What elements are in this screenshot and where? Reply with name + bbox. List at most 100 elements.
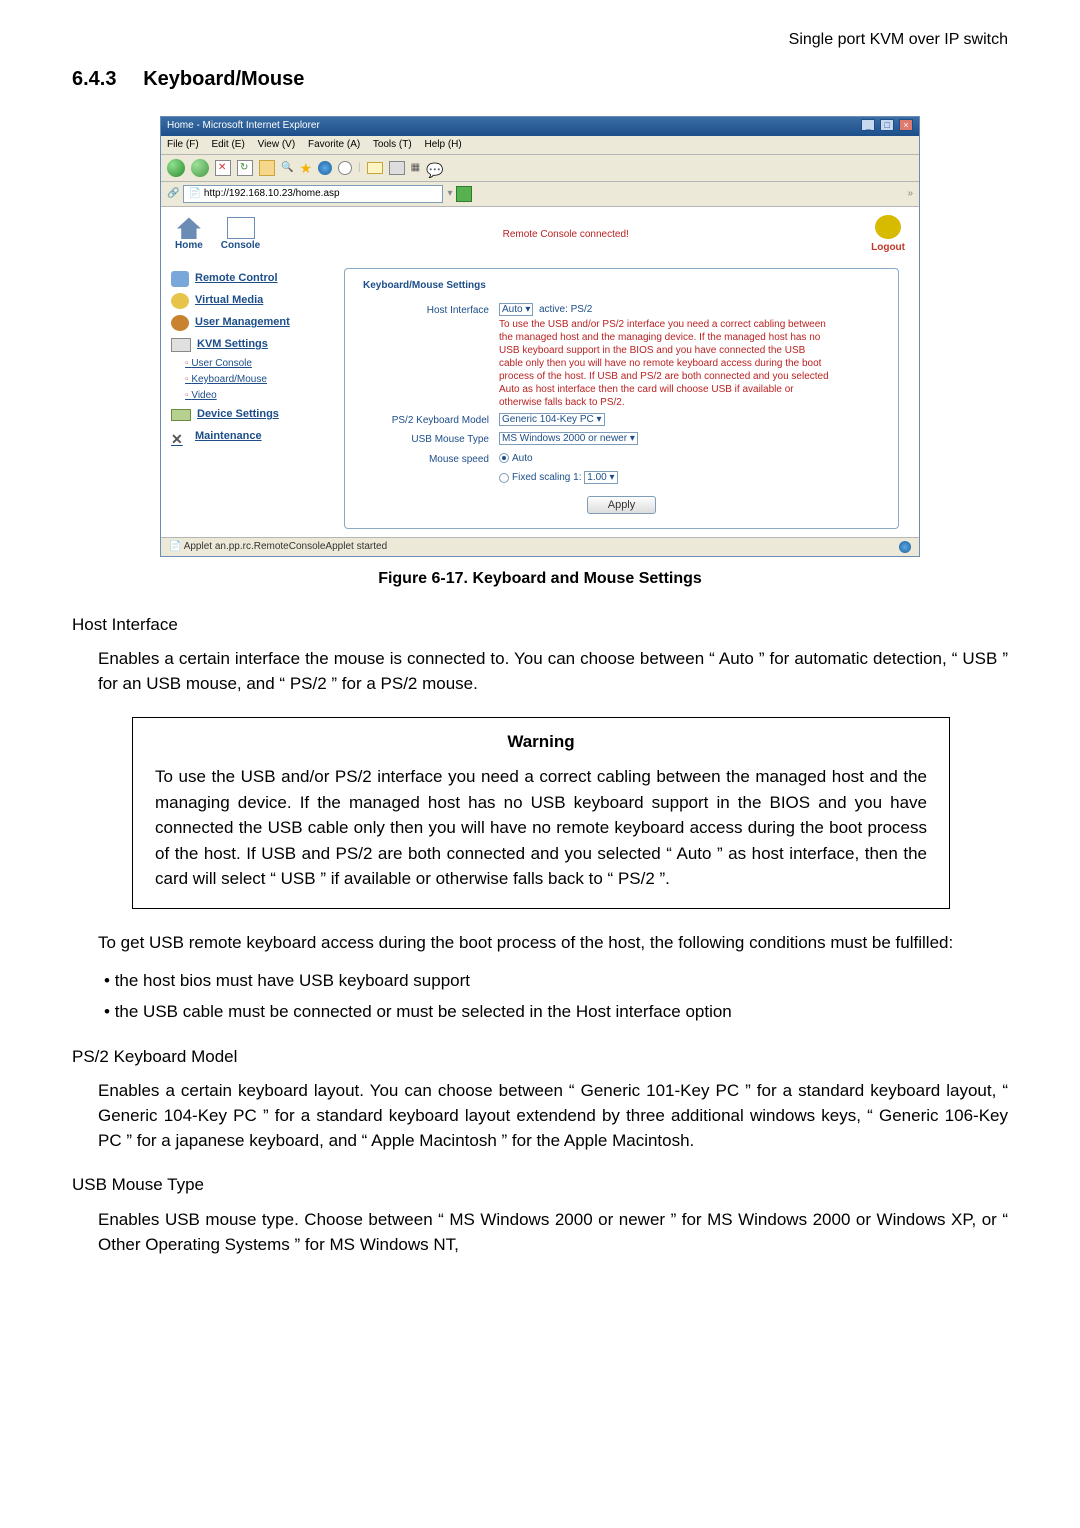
row-mouse-speed: Mouse speed Auto: [359, 452, 884, 468]
connection-status: Remote Console connected!: [503, 229, 629, 240]
sidebar-item-label: Device Settings: [197, 407, 279, 423]
kb-model-label: PS/2 Keyboard Model: [359, 413, 489, 429]
statusbar-text: Applet an.pp.rc.RemoteConsoleApplet star…: [184, 541, 387, 552]
history-globe-icon[interactable]: [318, 161, 332, 175]
sidebar-item-label: Virtual Media: [195, 293, 263, 309]
mail-icon[interactable]: [367, 162, 383, 174]
browser-title: Home - Microsoft Internet Explorer: [167, 119, 320, 134]
usb-mouse-select[interactable]: MS Windows 2000 or newer ▾: [499, 432, 638, 445]
go-icon[interactable]: [456, 186, 472, 202]
refresh-icon[interactable]: [237, 160, 253, 176]
menu-help[interactable]: Help (H): [425, 139, 462, 150]
sidebar-sub-label: Keyboard/Mouse: [191, 374, 267, 385]
console-app-icon[interactable]: [227, 217, 255, 239]
chevrons-icon[interactable]: »: [907, 187, 913, 202]
sidebar-sub-video[interactable]: ▫ Video: [171, 388, 332, 404]
app-header: Home Console Remote Console connected! L…: [161, 207, 919, 260]
user-icon: [171, 315, 189, 331]
host-interface-note: To use the USB and/or PS/2 interface you…: [499, 318, 829, 409]
back-icon[interactable]: [167, 159, 185, 177]
chevron-down-icon: ▾: [597, 414, 602, 425]
sidebar-sub-label: Video: [191, 390, 216, 401]
menu-view[interactable]: View (V): [258, 139, 296, 150]
address-field[interactable]: 📄 http://192.168.10.23/home.asp: [183, 185, 443, 203]
chevron-down-icon: ▾: [630, 433, 635, 444]
logout-app-icon[interactable]: [875, 215, 901, 239]
page-header-right: Single port KVM over IP switch: [72, 28, 1008, 51]
sidebar-sub-keyboard-mouse[interactable]: ▫ Keyboard/Mouse: [171, 372, 332, 388]
browser-statusbar: 📄 Applet an.pp.rc.RemoteConsoleApplet st…: [161, 537, 919, 557]
chevron-down-icon: ▾: [610, 472, 615, 483]
section-number: 6.4.3: [72, 65, 116, 94]
figure-container: Home - Microsoft Internet Explorer _ □ ×…: [72, 116, 1008, 590]
mouse-speed-label: Mouse speed: [359, 452, 489, 468]
sidebar-sub-user-console[interactable]: ▫ User Console: [171, 356, 332, 372]
stop-icon[interactable]: [215, 160, 231, 176]
kbm-fieldset: Keyboard/Mouse Settings Host Interface A…: [344, 268, 899, 529]
select-value: MS Windows 2000 or newer: [502, 433, 627, 444]
host-interface-select[interactable]: Auto ▾: [499, 303, 533, 316]
select-value: Generic 104-Key PC: [502, 414, 594, 425]
menu-tools[interactable]: Tools (T): [373, 139, 412, 150]
sidebar-item-virtual[interactable]: Virtual Media: [171, 290, 332, 312]
sidebar-item-user[interactable]: User Management: [171, 312, 332, 334]
warning-title: Warning: [155, 730, 927, 755]
console-link[interactable]: Console: [221, 240, 260, 251]
ps2-model-para: Enables a certain keyboard layout. You c…: [98, 1079, 1008, 1153]
home-app-icon[interactable]: [177, 217, 201, 239]
close-icon[interactable]: ×: [899, 119, 913, 131]
maximize-icon[interactable]: □: [880, 119, 894, 131]
forward-icon[interactable]: [191, 159, 209, 177]
internet-zone-icon: [899, 541, 911, 553]
select-value: 1.00: [587, 472, 606, 483]
main-panel: Keyboard/Mouse Settings Host Interface A…: [336, 260, 919, 537]
sidebar-sub-label: User Console: [191, 358, 252, 369]
home-link[interactable]: Home: [175, 240, 203, 251]
ps2-model-heading: PS/2 Keyboard Model: [72, 1045, 1008, 1070]
address-bar: 🔗 📄 http://192.168.10.23/home.asp ▾ »: [161, 182, 919, 207]
sidebar-item-label: Maintenance: [195, 429, 262, 445]
favorites-icon[interactable]: ★: [299, 158, 312, 178]
menu-file[interactable]: File (F): [167, 139, 199, 150]
host-interface-label: Host Interface: [359, 303, 489, 319]
mouse-speed-auto-radio[interactable]: [499, 453, 509, 463]
host-interface-para: Enables a certain interface the mouse is…: [98, 647, 1008, 696]
edit-icon[interactable]: ▦: [411, 161, 420, 176]
home-icon[interactable]: [259, 160, 275, 176]
sidebar-item-remote[interactable]: Remote Control: [171, 268, 332, 290]
apply-button[interactable]: Apply: [587, 496, 657, 514]
logout-link[interactable]: Logout: [871, 242, 905, 253]
remote-icon: [171, 271, 189, 287]
row-usb-mouse: USB Mouse Type MS Windows 2000 or newer …: [359, 432, 884, 448]
menu-edit[interactable]: Edit (E): [211, 139, 244, 150]
fieldset-legend: Keyboard/Mouse Settings: [359, 279, 490, 294]
spacer: [359, 471, 489, 472]
browser-toolbar: 🔍 ★ | ▦ 💬: [161, 155, 919, 182]
print-icon[interactable]: [389, 161, 405, 175]
section-title: Keyboard/Mouse: [143, 65, 304, 94]
browser-titlebar: Home - Microsoft Internet Explorer _ □ ×: [161, 117, 919, 136]
kb-model-select[interactable]: Generic 104-Key PC ▾: [499, 413, 605, 426]
page-icon: 📄: [188, 187, 200, 202]
sidebar-item-kvm[interactable]: KVM Settings: [171, 334, 332, 356]
mouse-speed-fixed-radio[interactable]: [499, 473, 509, 483]
sidebar-item-label: KVM Settings: [197, 337, 268, 353]
figure-caption: Figure 6-17. Keyboard and Mouse Settings: [72, 567, 1008, 590]
mouse-speed-fixed-select[interactable]: 1.00 ▾: [584, 471, 617, 484]
address-url: http://192.168.10.23/home.asp: [204, 187, 340, 202]
host-interface-heading: Host Interface: [72, 613, 1008, 638]
list-item: the host bios must have USB keyboard sup…: [104, 969, 1008, 994]
search-icon[interactable]: 🔍: [281, 161, 293, 176]
applet-icon: 📄: [169, 541, 181, 552]
minimize-icon[interactable]: _: [861, 119, 875, 131]
browser-menubar: File (F) Edit (E) View (V) Favorite (A) …: [161, 136, 919, 156]
history-icon[interactable]: [338, 161, 352, 175]
menu-favorite[interactable]: Favorite (A): [308, 139, 360, 150]
row-kb-model: PS/2 Keyboard Model Generic 104-Key PC ▾: [359, 413, 884, 429]
sidebar-item-maint[interactable]: ✕Maintenance: [171, 426, 332, 448]
sidebar-item-device[interactable]: Device Settings: [171, 404, 332, 426]
bullet-list: the host bios must have USB keyboard sup…: [104, 969, 1008, 1024]
section-heading-row: 6.4.3 Keyboard/Mouse: [72, 65, 1008, 94]
row-mouse-speed-fixed: Fixed scaling 1: 1.00 ▾: [359, 471, 884, 486]
msn-icon[interactable]: 💬: [426, 160, 442, 176]
